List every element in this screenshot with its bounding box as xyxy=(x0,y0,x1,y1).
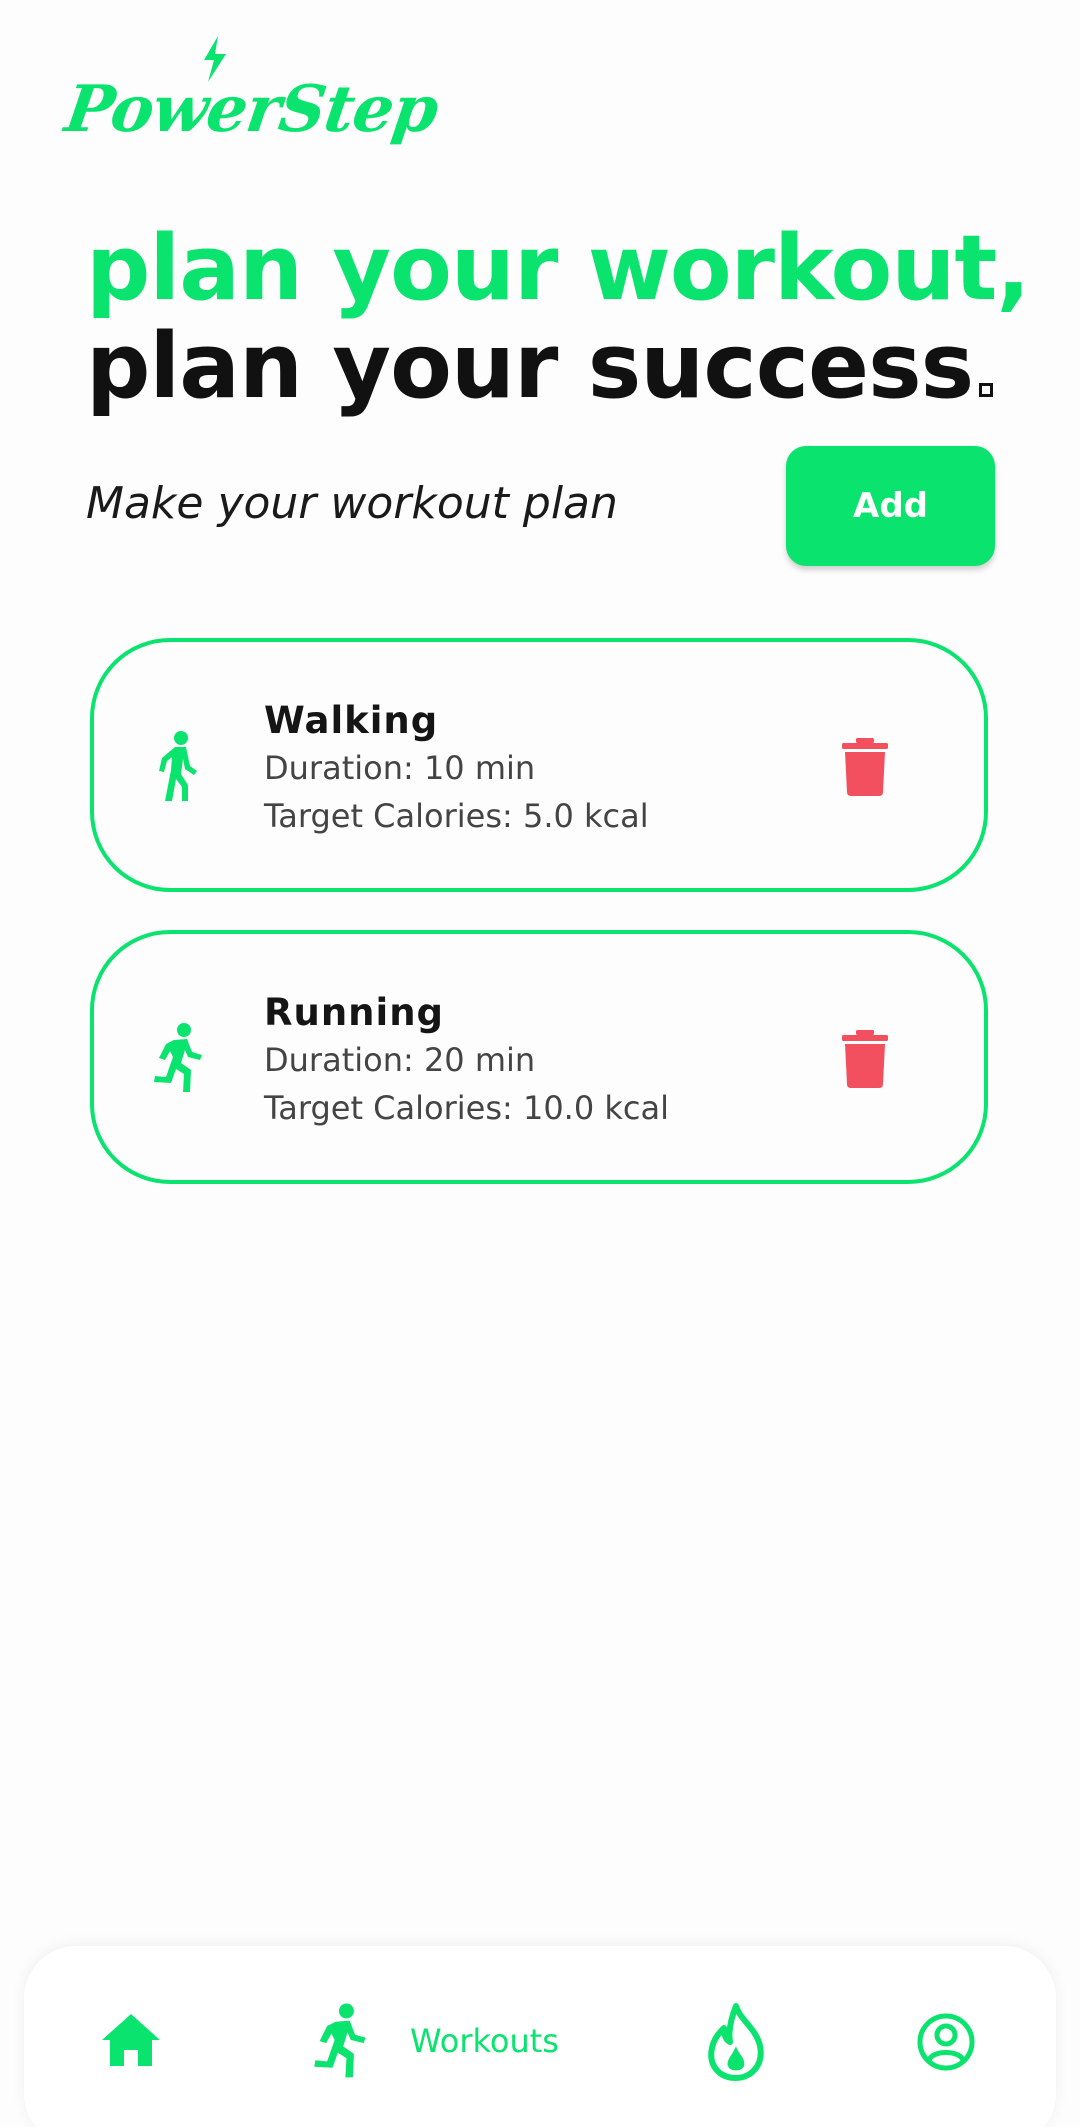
running-icon xyxy=(314,2003,366,2078)
workout-card-walking[interactable]: Walking Duration: 10 min Target Calories… xyxy=(90,638,988,892)
workout-info: Walking Duration: 10 min Target Calories… xyxy=(264,698,649,840)
trash-icon[interactable] xyxy=(842,738,888,796)
add-button[interactable]: Add xyxy=(786,446,995,566)
workout-card-running[interactable]: Running Duration: 20 min Target Calories… xyxy=(90,930,988,1184)
headline-line-1: plan your workout, xyxy=(86,216,1031,321)
app-logo: PowerStep xyxy=(61,36,442,156)
workout-name: Running xyxy=(264,991,445,1034)
profile-icon xyxy=(917,2013,975,2071)
nav-calories[interactable] xyxy=(704,2002,768,2082)
headline: plan your workout, plan your success xyxy=(86,216,1031,416)
logo-text: PowerStep xyxy=(60,72,443,147)
nav-workouts[interactable]: Workouts xyxy=(310,2002,559,2080)
running-icon xyxy=(154,1023,202,1092)
workout-calories: Target Calories: 5.0 kcal xyxy=(264,797,649,835)
nav-home[interactable] xyxy=(100,2012,162,2068)
fire-icon xyxy=(708,2003,764,2081)
workout-duration: Duration: 20 min xyxy=(264,1041,536,1079)
workout-info: Running Duration: 20 min Target Calories… xyxy=(264,990,669,1132)
home-icon xyxy=(102,2014,160,2066)
headline-line-2: plan your success xyxy=(86,318,1026,416)
workout-plan-screen: PowerStep plan your workout, plan your s… xyxy=(0,0,1080,2127)
nav-profile[interactable] xyxy=(916,2012,976,2072)
workout-calories: Target Calories: 10.0 kcal xyxy=(264,1089,669,1127)
nav-workouts-label: Workouts xyxy=(410,2022,559,2060)
walking-icon xyxy=(159,731,197,801)
workout-duration: Duration: 10 min xyxy=(264,749,536,787)
period-mark xyxy=(979,383,994,397)
workout-name: Walking xyxy=(264,699,439,742)
trash-icon[interactable] xyxy=(842,1030,888,1088)
bottom-nav: Workouts xyxy=(24,1946,1056,2127)
headline-line-2-text: plan your success xyxy=(86,314,974,419)
subtitle: Make your workout plan xyxy=(86,478,618,529)
